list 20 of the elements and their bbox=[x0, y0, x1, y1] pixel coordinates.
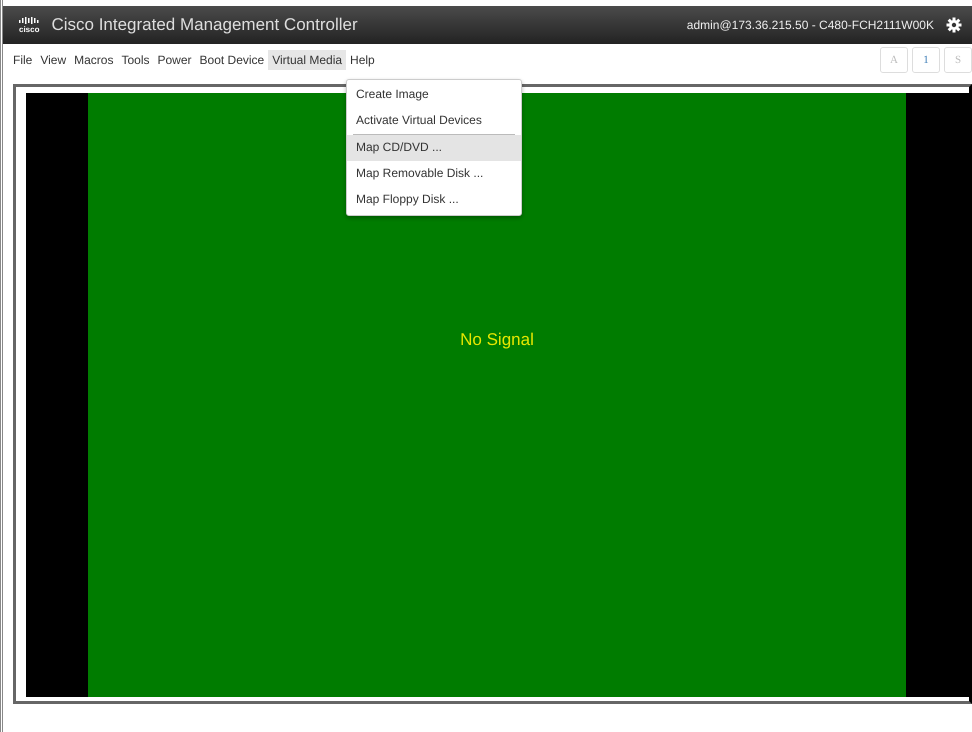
dropdown-item[interactable]: Map Removable Disk ... bbox=[347, 161, 521, 187]
menu-item[interactable]: Help bbox=[346, 50, 379, 70]
user-info: admin@173.36.215.50 - C480-FCH2111W00K bbox=[686, 18, 934, 32]
window-title: Cisco Integrated Management Controller bbox=[51, 15, 358, 35]
settings-icon[interactable] bbox=[946, 17, 962, 33]
menu-item[interactable]: File bbox=[9, 50, 36, 70]
no-signal-message: No Signal bbox=[460, 330, 534, 351]
dropdown-item[interactable]: Activate Virtual Devices bbox=[347, 108, 521, 134]
menu-item[interactable]: Macros bbox=[70, 50, 118, 70]
dropdown-item[interactable]: Create Image bbox=[347, 82, 521, 108]
menu-item[interactable]: Virtual Media bbox=[268, 50, 346, 70]
logo-text: cisco bbox=[19, 24, 40, 34]
menu-item[interactable]: Boot Device bbox=[196, 50, 268, 70]
menu-item[interactable]: View bbox=[36, 50, 70, 70]
menu-item[interactable]: Power bbox=[154, 50, 196, 70]
dropdown-item[interactable]: Map Floppy Disk ... bbox=[347, 187, 521, 213]
toolbar-button[interactable]: 1 bbox=[912, 47, 940, 73]
menu-item[interactable]: Tools bbox=[117, 50, 154, 70]
cisco-bars-icon bbox=[19, 16, 40, 24]
dropdown-item[interactable]: Map CD/DVD ... bbox=[347, 135, 521, 161]
